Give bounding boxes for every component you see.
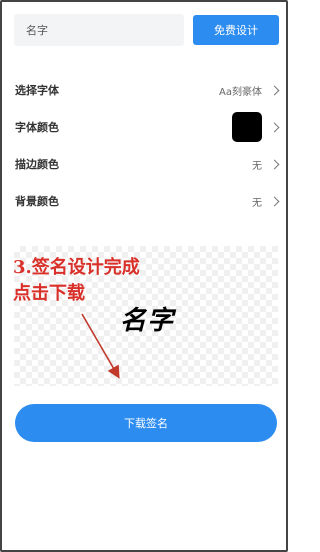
setting-label: 描边颜色 [15, 158, 59, 171]
free-design-button[interactable]: 免费设计 [193, 15, 279, 45]
name-input[interactable] [14, 14, 184, 46]
setting-value: Aa刻豪体 [219, 86, 262, 98]
setting-row-background-color[interactable]: 背景颜色 无 [2, 183, 286, 219]
download-signature-button[interactable]: 下载签名 [15, 404, 277, 442]
chevron-right-icon [269, 196, 280, 206]
setting-value: 无 [252, 197, 262, 209]
app-frame: 免费设计 选择字体 Aa刻豪体 字体颜色 描边颜色 无 背景颜色 无 名字 3.… [0, 0, 288, 552]
setting-row-font-color[interactable]: 字体颜色 [2, 109, 286, 145]
font-color-swatch[interactable] [232, 112, 262, 142]
setting-row-font[interactable]: 选择字体 Aa刻豪体 [2, 72, 286, 108]
annotation-line-1: 3.签名设计完成 [13, 257, 140, 278]
chevron-right-icon [269, 85, 280, 95]
setting-value: 无 [252, 160, 262, 172]
annotation-line-2: 点击下载 [13, 283, 85, 304]
chevron-right-icon [269, 159, 280, 169]
setting-label: 选择字体 [15, 84, 59, 97]
setting-label: 字体颜色 [15, 121, 59, 134]
setting-label: 背景颜色 [15, 195, 59, 208]
tutorial-annotation: 3.签名设计完成 点击下载 [13, 255, 140, 307]
chevron-right-icon [269, 122, 280, 132]
setting-row-stroke-color[interactable]: 描边颜色 无 [2, 146, 286, 182]
